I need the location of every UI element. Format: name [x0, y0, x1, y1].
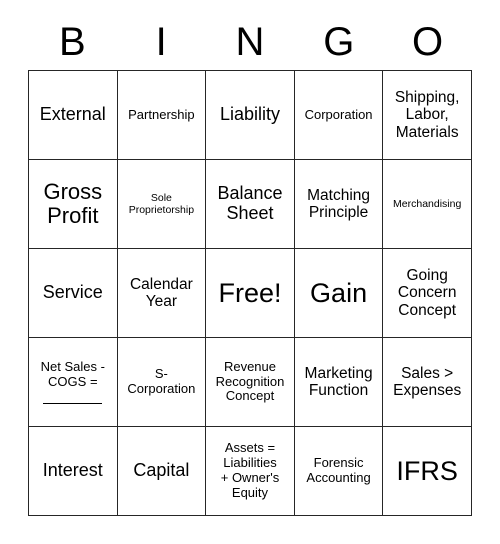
bingo-row: Service Calendar Year Free! Gain Going C…	[29, 249, 472, 338]
bingo-cell-label: Revenue Recognition Concept	[215, 358, 285, 404]
bingo-cell-g1[interactable]: Corporation	[294, 71, 384, 160]
bingo-cell-label: Assets = Liabilities + Owner's Equity	[220, 440, 280, 500]
bingo-row: Net Sales - COGS = S- Corporation Revenu…	[29, 338, 472, 427]
bingo-cell-o5[interactable]: IFRS	[383, 427, 472, 516]
bingo-header-letter-n: N	[235, 20, 265, 64]
bingo-cell-i4[interactable]: S- Corporation	[117, 338, 207, 427]
bingo-cell-o2[interactable]: Merchandising	[383, 160, 472, 249]
bingo-cell-label: Interest	[42, 460, 103, 481]
bingo-cell-label: Calendar Year	[129, 275, 193, 310]
bingo-cell-i1[interactable]: Partnership	[117, 71, 207, 160]
bingo-cell-b1[interactable]: External	[29, 71, 118, 160]
bingo-cell-label: Partnership	[128, 106, 195, 122]
bingo-cell-label: Sole Proprietorship	[128, 191, 195, 216]
bingo-cell-b4[interactable]: Net Sales - COGS =	[29, 338, 118, 427]
bingo-cell-label: Net Sales - COGS =	[40, 359, 105, 389]
bingo-cell-label: Capital	[133, 460, 190, 481]
bingo-cell-label: Gross Profit	[43, 179, 103, 228]
bingo-cell-i3[interactable]: Calendar Year	[117, 249, 207, 338]
bingo-cell-n1[interactable]: Liability	[206, 71, 295, 160]
bingo-cell-g4[interactable]: Marketing Function	[294, 338, 384, 427]
bingo-cell-label: S- Corporation	[127, 366, 196, 396]
bingo-cell-label: Balance Sheet	[217, 183, 283, 223]
bingo-header-letter-i: I	[155, 20, 167, 64]
bingo-row: Gross Profit Sole Proprietorship Balance…	[29, 160, 472, 249]
bingo-cell-n5[interactable]: Assets = Liabilities + Owner's Equity	[206, 427, 295, 516]
bingo-cell-label: Gain	[310, 277, 368, 308]
bingo-header-letter-o: O	[412, 20, 444, 64]
bingo-cell-label: External	[39, 104, 106, 125]
bingo-cell-i2[interactable]: Sole Proprietorship	[117, 160, 207, 249]
bingo-cell-b3[interactable]: Service	[29, 249, 118, 338]
bingo-card: B I N G O External Partnership Liability…	[28, 14, 472, 516]
bingo-cell-label: Marketing Function	[304, 364, 373, 399]
bingo-cell-o3[interactable]: Going Concern Concept	[383, 249, 472, 338]
bingo-cell-label: Sales > Expenses	[393, 364, 462, 399]
bingo-cell-label: Liability	[219, 104, 280, 125]
bingo-cell-label: Corporation	[304, 106, 373, 122]
bingo-header-letter-b: B	[59, 20, 86, 64]
bingo-cell-g5[interactable]: Forensic Accounting	[294, 427, 384, 516]
bingo-cell-label: Going Concern Concept	[397, 266, 457, 319]
bingo-cell-i5[interactable]: Capital	[117, 427, 207, 516]
bingo-cell-label: IFRS	[396, 455, 458, 486]
bingo-grid: External Partnership Liability Corporati…	[28, 70, 472, 516]
bingo-cell-o4[interactable]: Sales > Expenses	[383, 338, 472, 427]
bingo-header: B I N G O	[28, 14, 472, 70]
bingo-cell-free-space[interactable]: Free!	[206, 249, 295, 338]
bingo-row: External Partnership Liability Corporati…	[29, 71, 472, 160]
bingo-cell-label: Service	[42, 282, 103, 303]
bingo-cell-label: Shipping, Labor, Materials	[394, 88, 460, 141]
bingo-cell-label: Merchandising	[393, 197, 462, 210]
bingo-cell-label: Forensic Accounting	[306, 455, 371, 485]
fill-in-blank-line	[43, 402, 103, 404]
bingo-cell-g2[interactable]: Matching Principle	[294, 160, 384, 249]
bingo-header-letter-g: G	[323, 20, 355, 64]
bingo-cell-n4[interactable]: Revenue Recognition Concept	[206, 338, 295, 427]
bingo-cell-n2[interactable]: Balance Sheet	[206, 160, 295, 249]
bingo-cell-b5[interactable]: Interest	[29, 427, 118, 516]
bingo-cell-g3[interactable]: Gain	[294, 249, 384, 338]
bingo-cell-o1[interactable]: Shipping, Labor, Materials	[383, 71, 472, 160]
bingo-cell-b2[interactable]: Gross Profit	[29, 160, 118, 249]
bingo-free-label: Free!	[218, 277, 282, 308]
bingo-row: Interest Capital Assets = Liabilities + …	[29, 427, 472, 516]
bingo-cell-label: Matching Principle	[307, 186, 371, 221]
